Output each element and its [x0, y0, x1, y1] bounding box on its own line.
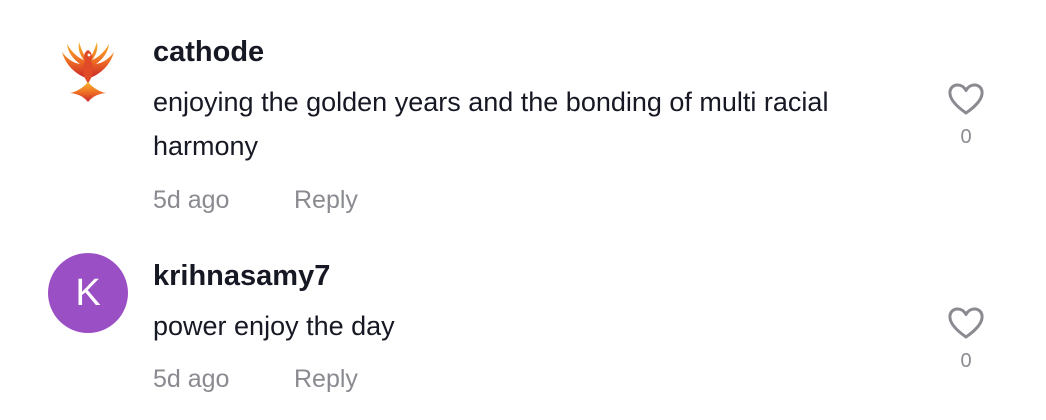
like-button[interactable]: 0 [946, 82, 986, 149]
reply-button[interactable]: Reply [294, 365, 358, 394]
comment-time: 5d ago [153, 186, 230, 214]
avatar[interactable]: K [48, 253, 128, 333]
comment-meta: 5d ago Reply [153, 365, 358, 394]
heart-icon [948, 307, 984, 339]
comment-username[interactable]: cathode [153, 36, 264, 69]
avatar-initial: K [75, 271, 101, 314]
like-count: 0 [960, 126, 972, 148]
comment-item: K krihnasamy7 power enjoy the day 5d ago… [0, 240, 1046, 420]
reply-button[interactable]: Reply [294, 186, 358, 215]
comment-item: cathode enjoying the golden years and th… [0, 0, 1046, 240]
comment-meta: 5d ago Reply [153, 186, 358, 215]
comment-username[interactable]: krihnasamy7 [153, 260, 330, 293]
avatar[interactable] [48, 30, 128, 110]
phoenix-logo-icon [48, 30, 128, 110]
like-count: 0 [960, 350, 972, 372]
comment-text: power enjoy the day [153, 311, 395, 341]
comment-time: 5d ago [153, 365, 230, 393]
heart-icon [948, 83, 984, 115]
comment-text: enjoying the golden years and the bondin… [153, 87, 829, 161]
like-button[interactable]: 0 [946, 306, 986, 373]
